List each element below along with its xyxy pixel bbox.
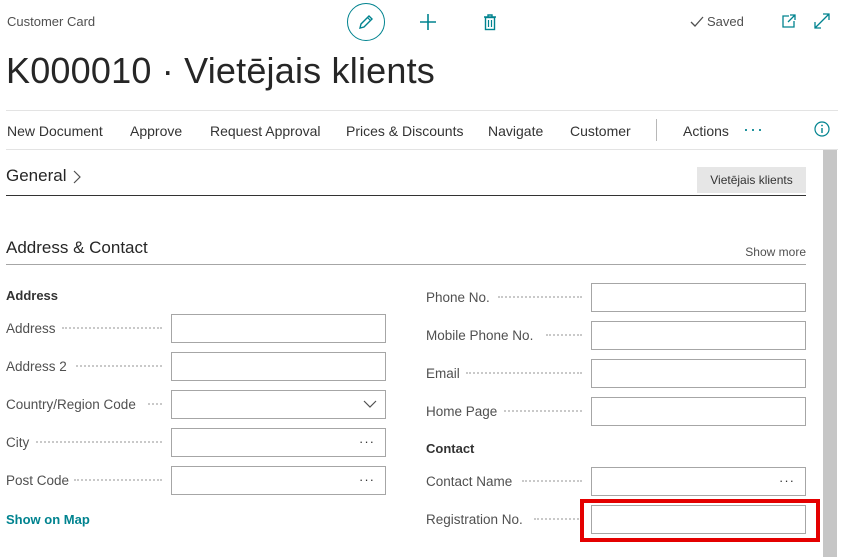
dotted-leader bbox=[504, 410, 582, 412]
country-region-label: Country/Region Code bbox=[6, 397, 136, 412]
email-label: Email bbox=[426, 366, 460, 381]
city-lookup-button[interactable]: ··· bbox=[359, 434, 375, 449]
address2-label: Address 2 bbox=[6, 359, 67, 374]
action-approve[interactable]: Approve bbox=[130, 123, 182, 139]
contact-name-label: Contact Name bbox=[426, 474, 513, 489]
checkmark-icon bbox=[690, 16, 704, 27]
action-divider bbox=[656, 119, 657, 141]
general-summary-badge: Vietējais klients bbox=[697, 167, 806, 193]
chevron-down-icon bbox=[363, 400, 377, 408]
dotted-leader bbox=[466, 372, 582, 374]
dotted-leader bbox=[76, 365, 162, 367]
open-new-window-button[interactable] bbox=[780, 12, 798, 30]
post-code-lookup-button[interactable]: ··· bbox=[359, 472, 375, 487]
contact-group-caption: Contact bbox=[426, 441, 475, 456]
dotted-leader bbox=[534, 518, 582, 520]
phone-label: Phone No. bbox=[426, 290, 490, 305]
dotted-leader bbox=[36, 441, 162, 443]
plus-icon bbox=[420, 14, 436, 30]
info-icon[interactable] bbox=[814, 121, 830, 137]
home-page-label: Home Page bbox=[426, 404, 498, 419]
address-input[interactable] bbox=[171, 314, 386, 343]
dotted-leader bbox=[74, 479, 162, 481]
action-bar: New Document Approve Request Approval Pr… bbox=[6, 110, 838, 150]
dotted-leader bbox=[62, 327, 162, 329]
general-section-title: General bbox=[6, 166, 67, 185]
edit-button[interactable] bbox=[347, 3, 385, 41]
page-kind-label: Customer Card bbox=[7, 14, 96, 29]
top-bar: Customer Card Saved bbox=[0, 0, 844, 44]
page-title: K000010 · Vietējais klients bbox=[6, 50, 435, 91]
action-new-document[interactable]: New Document bbox=[7, 123, 103, 139]
new-button[interactable] bbox=[416, 10, 440, 34]
city-input[interactable]: ··· bbox=[171, 428, 386, 457]
expand-icon bbox=[814, 13, 830, 29]
address-contact-section-header: Address & Contact Show more bbox=[6, 238, 806, 265]
trash-icon bbox=[484, 14, 496, 31]
show-more-link[interactable]: Show more bbox=[745, 245, 806, 259]
chevron-right-icon bbox=[73, 170, 81, 184]
action-actions[interactable]: Actions bbox=[683, 123, 729, 139]
dotted-leader bbox=[498, 296, 582, 298]
more-actions-button[interactable]: ··· bbox=[743, 119, 764, 140]
home-page-input[interactable] bbox=[591, 397, 806, 426]
dotted-leader bbox=[546, 334, 582, 336]
address-group-caption: Address bbox=[6, 288, 59, 303]
post-code-label: Post Code bbox=[6, 473, 70, 488]
popout-icon bbox=[782, 14, 796, 28]
phone-input[interactable] bbox=[591, 283, 806, 312]
post-code-input[interactable]: ··· bbox=[171, 466, 386, 495]
address-label: Address bbox=[6, 321, 56, 336]
action-customer[interactable]: Customer bbox=[570, 123, 631, 139]
country-region-select[interactable] bbox=[171, 390, 386, 419]
action-navigate[interactable]: Navigate bbox=[488, 123, 543, 139]
highlight-box bbox=[580, 499, 820, 542]
city-label: City bbox=[6, 435, 30, 450]
pencil-icon bbox=[359, 15, 373, 29]
action-prices-discounts[interactable]: Prices & Discounts bbox=[346, 123, 463, 139]
expand-button[interactable] bbox=[813, 12, 831, 30]
dotted-leader bbox=[522, 480, 582, 482]
dotted-leader bbox=[148, 403, 162, 405]
address2-input[interactable] bbox=[171, 352, 386, 381]
mobile-phone-input[interactable] bbox=[591, 321, 806, 350]
contact-name-lookup-button[interactable]: ··· bbox=[779, 473, 795, 488]
action-request-approval[interactable]: Request Approval bbox=[210, 123, 321, 139]
email-input[interactable] bbox=[591, 359, 806, 388]
mobile-phone-label: Mobile Phone No. bbox=[426, 328, 534, 343]
registration-no-label: Registration No. bbox=[426, 512, 523, 527]
contact-name-input[interactable]: ··· bbox=[591, 467, 806, 496]
saved-status: Saved bbox=[690, 14, 744, 29]
saved-label: Saved bbox=[707, 14, 744, 29]
address-contact-section-title: Address & Contact bbox=[6, 238, 148, 257]
general-section-header[interactable]: General Vietējais klients bbox=[6, 166, 806, 196]
delete-button[interactable] bbox=[478, 10, 502, 34]
scrollbar[interactable] bbox=[823, 150, 837, 557]
show-on-map-link[interactable]: Show on Map bbox=[6, 512, 90, 527]
